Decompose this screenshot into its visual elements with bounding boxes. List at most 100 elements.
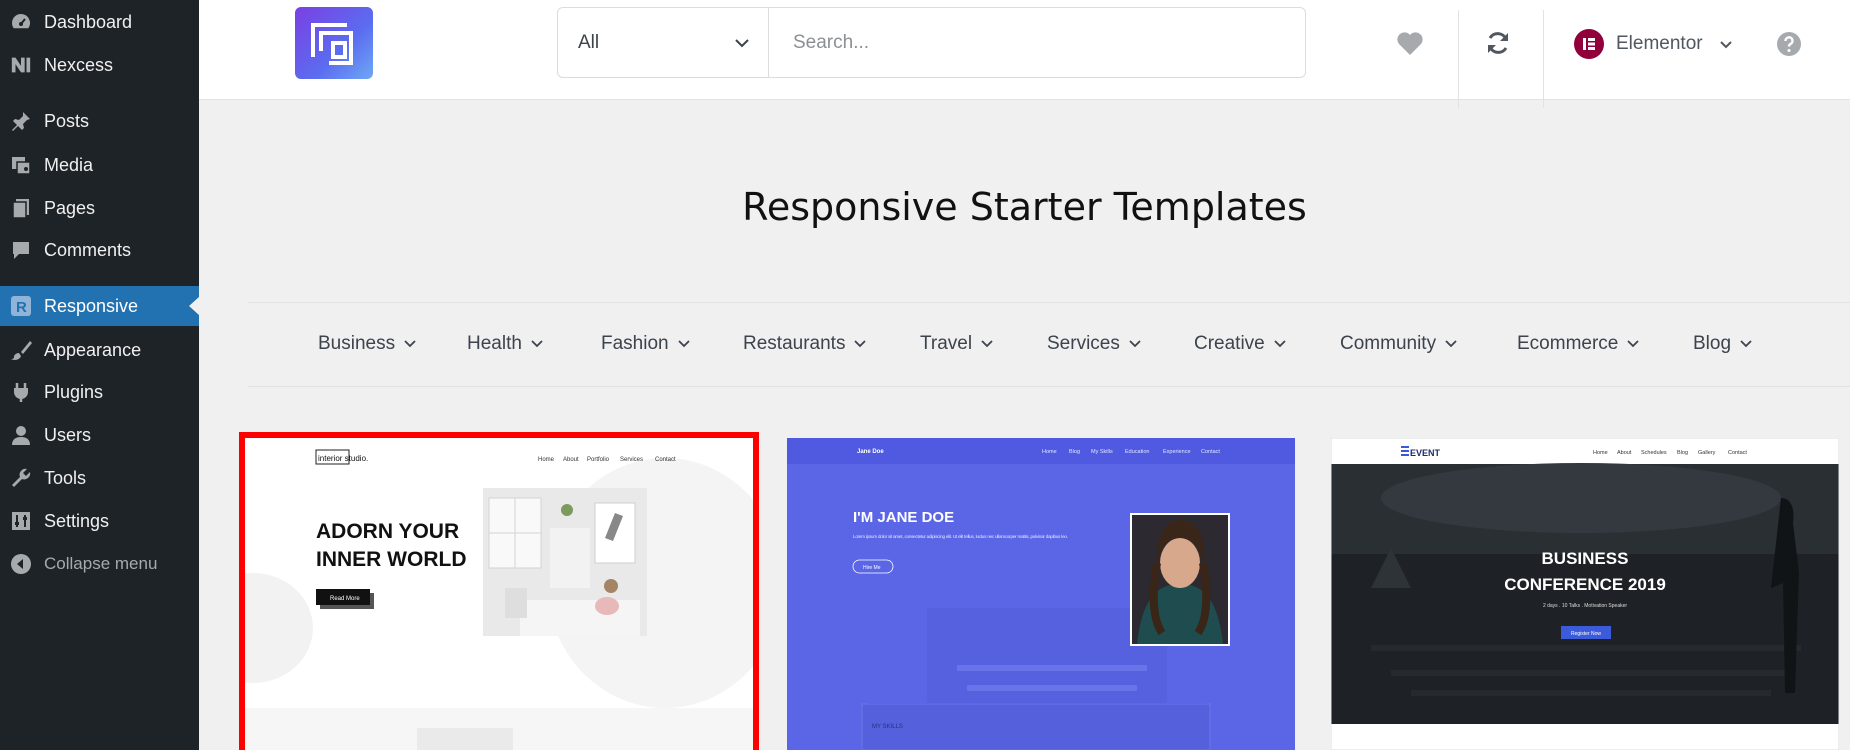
template-headline: BUSINESS [1542, 549, 1629, 568]
sidebar-item-nexcess[interactable]: Nexcess [0, 45, 199, 85]
template-nav-link: Contact [655, 457, 676, 463]
template-card-event[interactable]: EVENT Home About Schedules Blog Gallery … [1331, 438, 1839, 750]
sync-button[interactable] [1483, 28, 1513, 58]
category-restaurants[interactable]: Restaurants [743, 333, 867, 355]
settings-icon [10, 510, 32, 532]
category-label: Health [467, 333, 522, 354]
template-preview: EVENT Home About Schedules Blog Gallery … [1331, 438, 1839, 750]
template-headline: INNER WORLD [316, 548, 467, 571]
sidebar-item-label: Pages [44, 197, 96, 218]
sidebar-item-settings[interactable]: Settings [0, 501, 199, 541]
template-logo: interior studio. [318, 454, 368, 463]
sidebar-item-label: Plugins [44, 381, 104, 402]
chevron-down-icon [1274, 340, 1286, 348]
template-body-text: Lorem ipsum dolor sit amet, consectetur … [853, 534, 1068, 539]
sidebar-item-pages[interactable]: Pages [0, 188, 199, 228]
plugin-icon [10, 381, 32, 403]
category-creative[interactable]: Creative [1194, 333, 1286, 355]
sidebar-item-users[interactable]: Users [0, 415, 199, 455]
help-icon [1777, 32, 1801, 56]
pages-icon [10, 197, 32, 219]
sidebar-item-plugins[interactable]: Plugins [0, 372, 199, 412]
chevron-down-icon [735, 38, 749, 47]
template-nav-link: Services [620, 457, 643, 463]
sidebar-item-responsive[interactable]: R Responsive [0, 286, 199, 326]
sidebar-item-label: Collapse menu [44, 554, 158, 573]
dashboard-icon [10, 11, 32, 33]
template-preview: Jane Doe Home Blog My Skills Education E… [787, 438, 1295, 750]
elementor-icon [1574, 29, 1604, 59]
template-nav-link: Contact [1201, 449, 1220, 455]
sidebar-item-dashboard[interactable]: Dashboard [0, 2, 199, 42]
sidebar-item-media[interactable]: Media [0, 145, 199, 185]
category-community[interactable]: Community [1340, 333, 1457, 355]
page-builder-selector[interactable]: Elementor [1574, 27, 1733, 61]
template-nav-link: Home [1593, 450, 1608, 456]
media-icon [10, 154, 32, 176]
category-filter-dropdown[interactable]: All [558, 8, 769, 77]
sidebar-item-label: Dashboard [44, 11, 133, 32]
template-nav-link: About [1617, 450, 1632, 456]
category-health[interactable]: Health [467, 333, 543, 355]
help-button[interactable] [1775, 30, 1803, 58]
category-business[interactable]: Business [318, 333, 416, 355]
collapse-menu-button[interactable]: Collapse menu [0, 544, 199, 584]
category-blog[interactable]: Blog [1693, 333, 1752, 355]
favorites-button[interactable] [1395, 28, 1425, 58]
library-header: All Elementor [199, 0, 1850, 108]
chevron-down-icon [1627, 340, 1639, 348]
category-ecommerce[interactable]: Ecommerce [1517, 333, 1639, 355]
template-nav-link: Schedules [1641, 450, 1667, 456]
template-section-title: MY SKILLS [872, 724, 903, 730]
template-card-interior-studio[interactable]: interior studio. Home About Portfolio Se… [239, 432, 759, 750]
sync-icon [1488, 32, 1508, 54]
search-bar: All [557, 7, 1306, 78]
sidebar-item-appearance[interactable]: Appearance [0, 330, 199, 370]
divider [1543, 10, 1544, 108]
sidebar-item-comments[interactable]: Comments [0, 230, 199, 270]
page-title: Responsive Starter Templates [742, 185, 1307, 229]
category-label: Business [318, 333, 396, 354]
chevron-down-icon [677, 340, 690, 348]
sidebar-item-posts[interactable]: Posts [0, 101, 199, 141]
template-nav-link: Blog [1677, 450, 1688, 456]
brush-icon [10, 339, 32, 361]
template-nav-link: Portfolio [587, 457, 610, 463]
sidebar-item-label: Nexcess [44, 54, 114, 75]
sidebar-item-tools[interactable]: Tools [0, 458, 199, 498]
sidebar-item-label: Comments [44, 239, 132, 260]
sidebar-item-label: Tools [44, 467, 87, 488]
template-button: Hire Me [863, 565, 881, 571]
admin-sidebar: Dashboard Nexcess Posts Media Pages Comm… [0, 0, 199, 750]
category-services[interactable]: Services [1047, 333, 1141, 355]
category-nav: Business Health Fashion Restaurants Trav… [248, 302, 1850, 387]
template-nav-link: My Skills [1091, 449, 1113, 455]
category-label: Travel [920, 333, 973, 354]
search-input[interactable] [769, 8, 1305, 77]
template-card-jane-doe[interactable]: Jane Doe Home Blog My Skills Education E… [787, 438, 1295, 750]
chevron-down-icon [1740, 340, 1752, 348]
comments-icon [10, 239, 32, 261]
responsive-logo[interactable] [295, 7, 373, 79]
category-fashion[interactable]: Fashion [601, 333, 690, 355]
chevron-down-icon [1719, 40, 1732, 48]
sidebar-item-label: Users [44, 424, 92, 445]
template-logo: Jane Doe [857, 449, 884, 455]
wrench-icon [10, 467, 32, 489]
template-button: Read More [330, 596, 360, 602]
chevron-down-icon [1129, 340, 1141, 348]
template-preview: interior studio. Home About Portfolio Se… [245, 438, 753, 750]
template-nav-link: Education [1125, 449, 1149, 455]
template-nav-link: Experience [1163, 449, 1191, 455]
svg-text:R: R [16, 299, 27, 316]
category-label: Services [1047, 333, 1120, 354]
template-nav-link: Blog [1069, 449, 1080, 455]
template-nav-link: Contact [1728, 450, 1747, 456]
category-travel[interactable]: Travel [920, 333, 993, 355]
category-label: Blog [1693, 333, 1732, 354]
user-icon [10, 424, 32, 446]
template-nav-link: Home [538, 457, 555, 463]
template-headline: ADORN YOUR [316, 520, 459, 543]
chevron-down-icon [1445, 340, 1457, 348]
sidebar-item-label: Media [44, 154, 94, 175]
